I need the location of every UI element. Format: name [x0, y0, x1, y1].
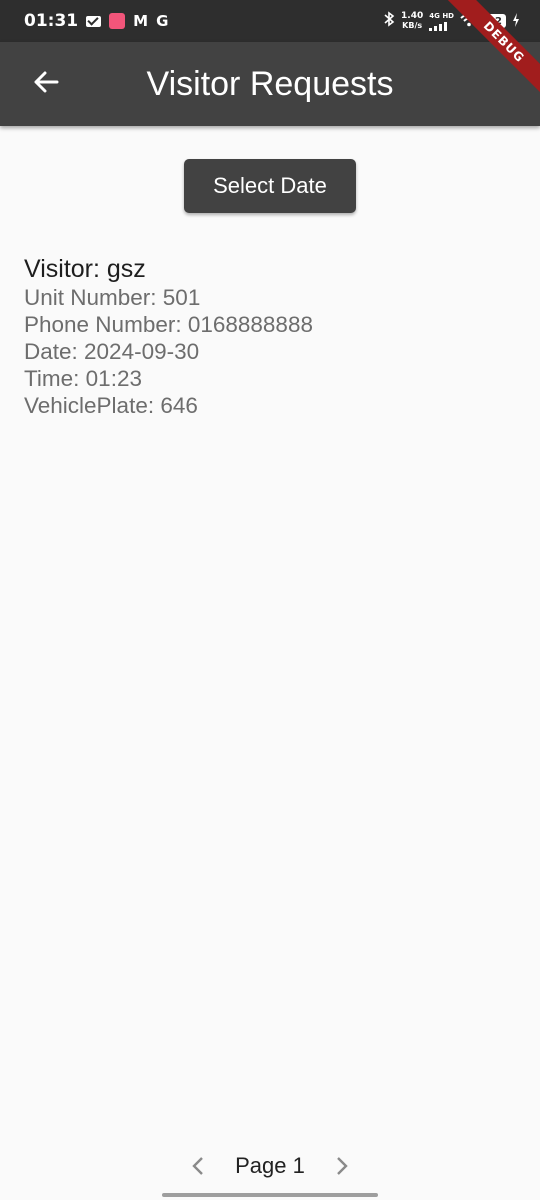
visitor-unit: Unit Number: 501 — [24, 285, 201, 310]
pagination: Page 1 — [0, 1146, 540, 1186]
status-time: 01:31 — [24, 11, 79, 31]
home-indicator[interactable] — [162, 1193, 378, 1197]
network-speed-value: 1.40 — [401, 10, 424, 21]
visitor-phone: Phone Number: 0168888888 — [24, 312, 313, 337]
screen: 01:31 M G 1.40 KB/s 4G HD Visitor Reques… — [0, 0, 540, 1200]
chevron-right-icon — [337, 1157, 348, 1175]
next-page-button[interactable] — [327, 1151, 357, 1181]
visitor-vehicle-plate: VehiclePlate: 646 — [24, 393, 198, 418]
previous-page-button[interactable] — [183, 1151, 213, 1181]
mail-icon — [86, 15, 102, 27]
select-date-button[interactable]: Select Date — [184, 159, 356, 213]
bluetooth-icon — [383, 11, 395, 31]
visitor-time: Time: 01:23 — [24, 366, 142, 391]
cellular-signal: 4G HD — [429, 12, 454, 31]
chevron-left-icon — [192, 1157, 203, 1175]
network-speed: 1.40 KB/s — [401, 10, 424, 31]
network-type: 4G HD — [429, 11, 454, 20]
page-indicator: Page 1 — [235, 1153, 305, 1178]
visitor-name: Visitor: gsz — [24, 255, 146, 283]
page-title: Visitor Requests — [146, 65, 394, 103]
charging-icon — [512, 12, 520, 31]
network-speed-unit: KB/s — [402, 20, 423, 30]
app-icon — [109, 13, 126, 29]
gmail-icon: M — [133, 12, 149, 30]
app-bar: Visitor Requests — [0, 42, 540, 126]
list-item[interactable]: Visitor: gsz Unit Number: 501 Phone Numb… — [24, 254, 313, 419]
visitor-date: Date: 2024-09-30 — [24, 339, 200, 364]
google-icon: G — [156, 12, 169, 30]
signal-bars-icon — [429, 21, 454, 31]
